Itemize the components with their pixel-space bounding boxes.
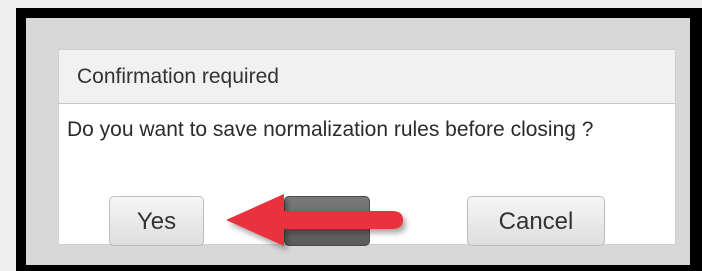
cancel-button[interactable]: Cancel [467,196,605,246]
dialog-message: Do you want to save normalization rules … [67,118,594,141]
screenshot-frame: Confirmation required Do you want to sav… [16,8,702,271]
modal-backdrop: Confirmation required Do you want to sav… [26,18,690,265]
yes-button[interactable]: Yes [109,196,204,246]
dialog-title: Confirmation required [77,65,279,88]
dialog-header: Confirmation required [59,50,675,104]
red-arrow-icon [226,194,403,246]
